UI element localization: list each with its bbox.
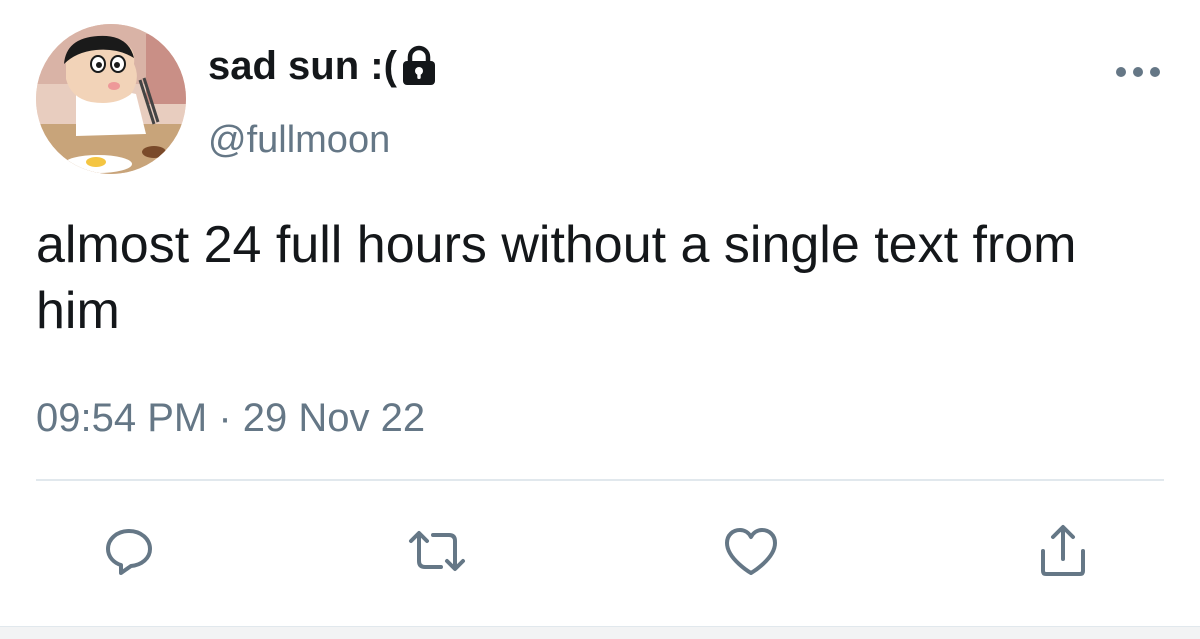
- avatar[interactable]: [36, 24, 186, 174]
- more-dots-icon: [1116, 67, 1160, 77]
- like-icon: [725, 528, 777, 575]
- reply-button[interactable]: [92, 514, 166, 588]
- display-name[interactable]: sad sun :(: [208, 42, 439, 90]
- reply-icon: [106, 529, 152, 575]
- user-handle[interactable]: @fullmoon: [208, 116, 390, 164]
- retweet-button[interactable]: [400, 514, 474, 588]
- tweet-card: sad sun :( @fullmoon almost 24 full hour…: [0, 0, 1200, 639]
- tweet-actions: [0, 514, 1200, 588]
- lock-icon: [399, 44, 439, 88]
- tweet-text: almost 24 full hours without a single te…: [36, 216, 1077, 340]
- share-icon: [1041, 525, 1085, 576]
- divider: [36, 479, 1164, 481]
- retweet-icon: [409, 531, 465, 571]
- more-options-button[interactable]: [1112, 58, 1164, 86]
- bottom-separator: [0, 626, 1200, 639]
- display-name-text: sad sun :(: [208, 44, 397, 88]
- avatar-image: [36, 24, 186, 174]
- tweet-timestamp[interactable]: 09:54 PM · 29 Nov 22: [36, 393, 425, 443]
- share-button[interactable]: [1026, 514, 1100, 588]
- like-button[interactable]: [714, 514, 788, 588]
